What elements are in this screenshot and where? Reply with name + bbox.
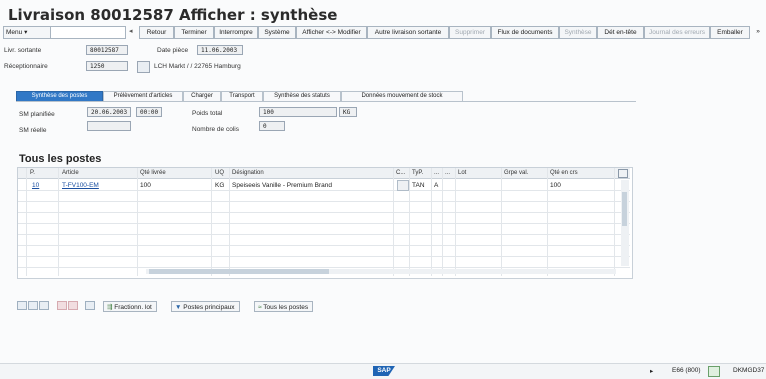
tab-transport[interactable]: Transport — [221, 91, 263, 101]
cell-qte-livree: 100 — [140, 182, 151, 189]
col-header-p[interactable]: P. — [30, 168, 35, 179]
window-title: Livraison 80012587 Afficher : synthèse — [8, 6, 338, 24]
receptionnaire-field[interactable]: 1250 — [86, 61, 128, 71]
remove-item-icon[interactable] — [68, 301, 78, 310]
retour-button[interactable]: Retour — [139, 26, 174, 39]
terminer-button[interactable]: Terminer — [174, 26, 214, 39]
vertical-scrollbar[interactable] — [621, 180, 629, 266]
tab-mouvement-stock[interactable]: Données mouvement de stock — [341, 91, 463, 101]
cell-designation: Speiseeis Vanille - Premium Brand — [232, 182, 332, 189]
cell-qte-crs: 100 — [550, 182, 561, 189]
livr-sortante-label: Livr. sortante — [4, 47, 42, 54]
tous-postes-label: Tous les postes — [263, 304, 309, 311]
tab-synthese-statuts[interactable]: Synthèse des statuts — [263, 91, 341, 101]
systeme-button[interactable]: Système — [258, 26, 296, 39]
sm-planifiee-date[interactable]: 20.06.2003 — [87, 107, 131, 117]
menu-button[interactable]: Menu ▾ — [3, 26, 51, 39]
status-expand-icon[interactable]: ▸ — [650, 367, 653, 375]
date-piece-label: Date pièce — [157, 47, 189, 54]
application-toolbar: Menu ▾ ◂ Retour Terminer Interrompre Sys… — [0, 25, 766, 40]
afficher-modifier-button[interactable]: Afficher <-> Modifier — [296, 26, 367, 39]
poids-total-label: Poids total — [192, 110, 223, 117]
col-header-dots1[interactable]: ... — [434, 168, 440, 179]
cell-flag: A — [434, 182, 439, 189]
delete-item-icon[interactable] — [57, 301, 67, 310]
fractionner-label: Fractionn. lot — [114, 304, 152, 311]
partner-detail-icon[interactable] — [137, 61, 150, 73]
nb-colis-label: Nombre de colis — [192, 126, 239, 133]
synthese-button[interactable]: Synthèse — [559, 26, 597, 39]
column-settings-icon[interactable] — [618, 169, 628, 178]
deselect-all-icon[interactable] — [28, 301, 38, 310]
tous-postes-button[interactable]: ≈ Tous les postes — [254, 301, 314, 312]
receptionnaire-name: LCH Markt / / 22765 Hamburg — [154, 63, 241, 70]
user-info: DKMGD37 — [733, 367, 765, 374]
poids-total-field[interactable]: 100 — [259, 107, 337, 117]
horizontal-scrollbar[interactable] — [146, 269, 616, 274]
tab-charger[interactable]: Charger — [183, 91, 221, 101]
sm-reelle-label: SM réelle — [19, 127, 47, 134]
supprimer-button[interactable]: Supprimer — [449, 26, 491, 39]
system-info[interactable]: E66 (800) — [672, 367, 701, 374]
col-header-designation[interactable]: Désignation — [232, 168, 264, 179]
cell-typ: TAN — [412, 182, 425, 189]
vertical-scroll-thumb[interactable] — [622, 192, 627, 226]
menu-label: Menu — [6, 29, 23, 36]
sm-planifiee-time[interactable]: 00:00 — [136, 107, 162, 117]
col-header-lot[interactable]: Lot — [458, 168, 467, 179]
table-header — [18, 168, 630, 179]
receptionnaire-label: Réceptionnaire — [4, 63, 48, 70]
sm-planifiee-label: SM planifiée — [19, 111, 55, 118]
section-title: Tous les postes — [19, 153, 102, 165]
cell-c-checkbox[interactable] — [397, 180, 409, 191]
autre-livraison-button[interactable]: Autre livraison sortante — [367, 26, 449, 39]
tab-prelevement[interactable]: Prélèvement d'articles — [103, 91, 183, 101]
batch-icon[interactable] — [85, 301, 95, 310]
tab-synthese-postes[interactable]: Synthèse des postes — [16, 91, 103, 101]
col-header-article[interactable]: Article — [62, 168, 79, 179]
tab-divider — [16, 101, 636, 102]
horizontal-scroll-thumb[interactable] — [149, 269, 329, 274]
table-row[interactable]: 10 T-FV100-EM 100 KG Speiseeis Vanille -… — [18, 179, 630, 191]
col-header-c[interactable]: C... — [396, 168, 406, 179]
cell-article[interactable]: T-FV100-EM — [62, 182, 99, 189]
col-header-typ[interactable]: TyP. — [412, 168, 424, 179]
date-piece-field[interactable]: 11.06.2003 — [197, 45, 243, 55]
filter-icon: ▼ — [175, 304, 184, 311]
fractionner-lot-button[interactable]: ⇶ Fractionn. lot — [103, 301, 157, 312]
poids-unit-field[interactable]: KG — [339, 107, 357, 117]
livr-sortante-field[interactable]: 80012587 — [86, 45, 128, 55]
col-header-grpe-val[interactable]: Grpe val. — [504, 168, 529, 179]
cell-poste[interactable]: 10 — [32, 182, 39, 189]
col-header-dots2[interactable]: ... — [445, 168, 451, 179]
det-en-tete-button[interactable]: Dét en-tête — [597, 26, 644, 39]
emballer-button[interactable]: Emballer — [710, 26, 750, 39]
col-header-uq[interactable]: UQ — [215, 168, 224, 179]
nb-colis-field[interactable]: 0 — [259, 121, 285, 131]
system-status-icon[interactable] — [708, 366, 720, 377]
postes-principaux-label: Postes principaux — [183, 304, 235, 311]
journal-erreurs-button[interactable]: Journal des erreurs — [644, 26, 710, 39]
interrompre-button[interactable]: Interrompre — [214, 26, 258, 39]
command-field[interactable] — [50, 26, 126, 39]
postes-principaux-button[interactable]: ▼ Postes principaux — [171, 301, 240, 312]
col-header-qte-crs[interactable]: Qté en crs — [550, 168, 578, 179]
item-detail-icon[interactable] — [39, 301, 49, 310]
sap-logo: SAP — [373, 366, 395, 376]
items-table: P. Article Qté livrée UQ Désignation C..… — [17, 167, 633, 279]
sm-reelle-field[interactable] — [87, 121, 131, 131]
more-chevron-icon[interactable]: » — [752, 26, 764, 37]
flux-documents-button[interactable]: Flux de documents — [491, 26, 559, 39]
cell-uq: KG — [215, 182, 225, 189]
status-bar: SAP ▸ E66 (800) DKMGD37 — [0, 363, 766, 379]
back-arrow-icon[interactable]: ◂ — [129, 27, 133, 35]
select-all-icon[interactable] — [17, 301, 27, 310]
col-header-qte-livree[interactable]: Qté livrée — [140, 168, 166, 179]
